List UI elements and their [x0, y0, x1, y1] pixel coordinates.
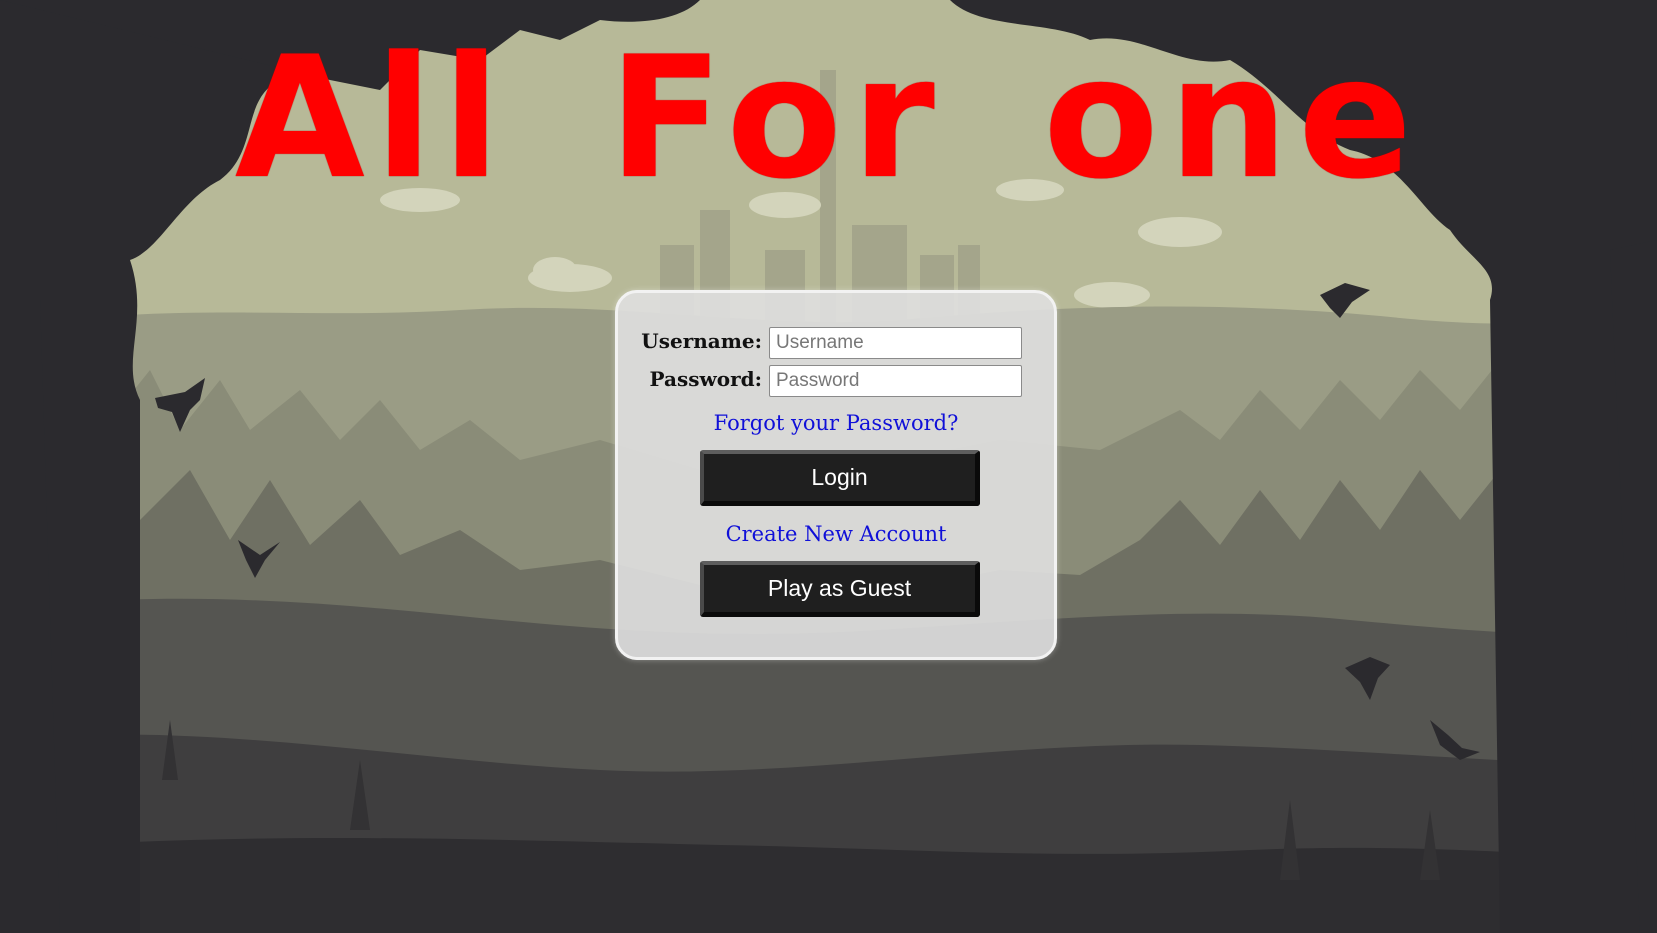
play-as-guest-button[interactable]: Play as Guest [700, 561, 980, 617]
login-panel: Username: Password: Forgot your Password… [615, 290, 1057, 660]
password-label: Password: [649, 367, 762, 391]
username-input[interactable] [769, 327, 1022, 359]
forgot-password-link[interactable]: Forgot your Password? [618, 411, 1054, 435]
game-title-logo: All For one [234, 20, 1423, 216]
password-input[interactable] [769, 365, 1022, 397]
login-button[interactable]: Login [700, 450, 980, 506]
foreground-hill [0, 838, 1657, 933]
password-row: Password: [618, 365, 1054, 397]
username-label: Username: [641, 329, 762, 353]
create-account-link[interactable]: Create New Account [618, 522, 1054, 546]
username-row: Username: [618, 327, 1054, 359]
